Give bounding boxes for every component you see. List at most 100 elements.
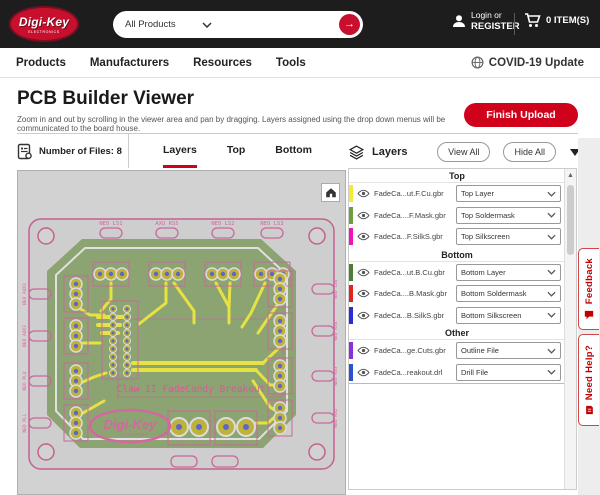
scroll-up-arrow[interactable]: ▲ — [565, 169, 576, 179]
layer-file-name: FadeCa...ut.B.Cu.gbr — [374, 268, 456, 277]
nav-item-tools[interactable]: Tools — [276, 57, 306, 69]
layer-row: FadeCa....B.Mask.gbr Bottom Soldermask — [349, 283, 565, 305]
layer-file-name: FadeCa...F.SilkS.gbr — [374, 232, 456, 241]
chevron-down-icon — [547, 291, 556, 297]
feedback-label: Feedback — [584, 258, 595, 304]
digikey-logo[interactable]: Digi-Key ELECTRONICS — [9, 6, 79, 42]
search-bar[interactable]: All Products → — [113, 11, 363, 38]
layer-assignment-select[interactable]: Bottom Soldermask — [456, 285, 561, 302]
feedback-tab[interactable]: Feedback — [578, 248, 599, 330]
view-all-button[interactable]: View All — [437, 142, 490, 162]
cart-icon — [524, 13, 541, 28]
covid-update-label: COVID-19 Update — [489, 57, 584, 69]
search-category-select[interactable]: All Products — [125, 19, 176, 30]
login-register-label: Login or REGISTER — [471, 10, 520, 33]
layer-color-swatch — [349, 342, 353, 359]
layer-row: FadeCa....F.Mask.gbr Top Soldermask — [349, 205, 565, 227]
pcb-board-render: NEO LS1 AXU RS5 NEO LS2 NEO LS3 NEO AUX2… — [18, 171, 345, 494]
chevron-down-icon — [547, 212, 556, 218]
layer-color-swatch — [349, 285, 353, 302]
page-subtitle: Zoom in and out by scrolling in the view… — [17, 115, 447, 133]
layer-assignment-select[interactable]: Drill File — [456, 364, 561, 381]
finish-upload-button[interactable]: Finish Upload — [464, 103, 578, 127]
need-help-tab[interactable]: Need Help? — [578, 334, 599, 426]
pcb-viewer[interactable]: NEO LS1 AXU RS5 NEO LS2 NEO LS3 NEO AUX2… — [17, 170, 346, 495]
search-submit-button[interactable]: → — [339, 14, 360, 35]
logo-subtext: ELECTRONICS — [28, 30, 60, 34]
layer-color-swatch — [349, 228, 353, 245]
layer-file-name: FadeCa....B.Mask.gbr — [374, 289, 456, 298]
layer-color-swatch — [349, 364, 353, 381]
layer-assignment-select[interactable]: Top Layer — [456, 185, 561, 202]
files-icon — [17, 143, 33, 160]
nav-item-products[interactable]: Products — [16, 57, 66, 69]
main-nav: Products Manufacturers Resources Tools C… — [0, 48, 600, 78]
eye-icon[interactable] — [357, 346, 370, 355]
user-icon — [452, 14, 466, 28]
nav-item-manufacturers[interactable]: Manufacturers — [90, 57, 169, 69]
globe-icon — [471, 56, 484, 69]
layers-panel: Top FadeCa...ut.F.Cu.gbr Top Layer FadeC… — [348, 168, 577, 490]
eye-icon[interactable] — [357, 232, 370, 241]
section-header-other: Other — [349, 326, 565, 340]
eye-icon[interactable] — [357, 189, 370, 198]
eye-icon[interactable] — [357, 289, 370, 298]
layer-file-name: FadeCa....F.Mask.gbr — [374, 211, 456, 220]
svg-text:+: + — [225, 440, 228, 446]
board-label: NEO AUX3 — [22, 325, 28, 347]
home-icon — [325, 187, 337, 198]
layer-row: FadeCa...ge.Cuts.gbr Outline File — [349, 340, 565, 362]
layer-assignment-select[interactable]: Top Soldermask — [456, 207, 561, 224]
layer-assignment-select[interactable]: Top Silkscreen — [456, 228, 561, 245]
layer-row: FadeCa...reakout.drl Drill File — [349, 362, 565, 384]
layer-color-swatch — [349, 185, 353, 202]
hide-all-button[interactable]: Hide All — [503, 142, 556, 162]
chevron-down-icon — [202, 22, 212, 28]
panel-scrollbar[interactable]: ▲ — [564, 169, 576, 489]
site-header: Digi-Key ELECTRONICS All Products → Logi… — [0, 0, 600, 48]
board-label: NEO LS2 — [211, 221, 234, 227]
layer-file-name: FadeCa...reakout.drl — [374, 368, 456, 377]
layers-panel-title: Layers — [372, 146, 407, 158]
layer-row: FadeCa...ut.B.Cu.gbr Bottom Layer — [349, 262, 565, 284]
chevron-down-icon — [547, 348, 556, 354]
viewer-toolbar: Number of Files: 8 Layers Top Bottom — [17, 134, 346, 168]
covid-update-link[interactable]: COVID-19 Update — [471, 56, 584, 69]
eye-icon[interactable] — [357, 268, 370, 277]
file-count-label: Number of Files: 8 — [39, 146, 122, 157]
chevron-down-icon — [547, 191, 556, 197]
tab-bottom[interactable]: Bottom — [275, 134, 312, 168]
layer-file-name: FadeCa...ge.Cuts.gbr — [374, 346, 456, 355]
tab-top[interactable]: Top — [227, 134, 245, 168]
view-tabs: Layers Top Bottom — [129, 134, 346, 168]
section-header-bottom: Bottom — [349, 248, 565, 262]
svg-text:−: − — [245, 440, 248, 446]
layer-assignment-select[interactable]: Bottom Layer — [456, 264, 561, 281]
cart-button[interactable]: 0 ITEM(S) — [524, 13, 589, 28]
login-register[interactable]: Login or REGISTER — [452, 10, 520, 33]
eye-icon[interactable] — [357, 211, 370, 220]
eye-icon[interactable] — [357, 368, 370, 377]
layer-color-swatch — [349, 307, 353, 324]
layer-assignment-select[interactable]: Outline File — [456, 342, 561, 359]
tab-layers[interactable]: Layers — [163, 134, 197, 168]
page-header: PCB Builder Viewer Zoom in and out by sc… — [17, 88, 447, 133]
layers-icon — [348, 144, 365, 161]
board-label: AXU RS5 — [155, 221, 178, 227]
home-view-button[interactable] — [321, 183, 340, 202]
svg-text:+: + — [178, 440, 181, 446]
help-doc-icon — [585, 405, 594, 415]
layer-color-swatch — [349, 207, 353, 224]
layers-list: Top FadeCa...ut.F.Cu.gbr Top Layer FadeC… — [349, 169, 565, 384]
scrollbar-thumb[interactable] — [567, 185, 574, 255]
section-header-top: Top — [349, 169, 565, 183]
board-label: NEO LS1 — [99, 221, 122, 227]
layer-assignment-select[interactable]: Bottom Silkscreen — [456, 307, 561, 324]
chevron-down-icon — [547, 369, 556, 375]
layer-file-name: FadeCa...ut.F.Cu.gbr — [374, 189, 456, 198]
pcb-builder-page: Digi-Key ELECTRONICS All Products → Logi… — [0, 0, 600, 495]
board-label: NEO LS3 — [260, 221, 283, 227]
logo-text: Digi-Key — [19, 15, 69, 29]
eye-icon[interactable] — [357, 311, 370, 320]
nav-item-resources[interactable]: Resources — [193, 57, 252, 69]
